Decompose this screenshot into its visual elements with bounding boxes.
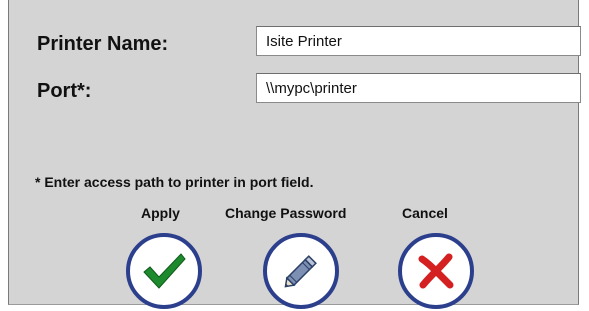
- change-password-label: Change Password: [225, 205, 347, 221]
- port-input[interactable]: [256, 73, 581, 103]
- printer-name-label: Printer Name:: [37, 33, 169, 55]
- pencil-icon: [284, 255, 317, 288]
- port-help-note: * Enter access path to printer in port f…: [35, 174, 314, 190]
- printer-name-input[interactable]: [256, 26, 581, 56]
- cancel-button[interactable]: [398, 233, 474, 309]
- port-label: Port*:: [37, 80, 92, 102]
- checkmark-icon: [143, 253, 186, 289]
- apply-button[interactable]: [126, 233, 202, 309]
- x-icon: [418, 253, 454, 289]
- cancel-label: Cancel: [402, 205, 448, 221]
- apply-label: Apply: [141, 205, 180, 221]
- change-password-button[interactable]: [263, 233, 339, 309]
- printer-settings-dialog: Printer Name: Port*: * Enter access path…: [8, 0, 581, 309]
